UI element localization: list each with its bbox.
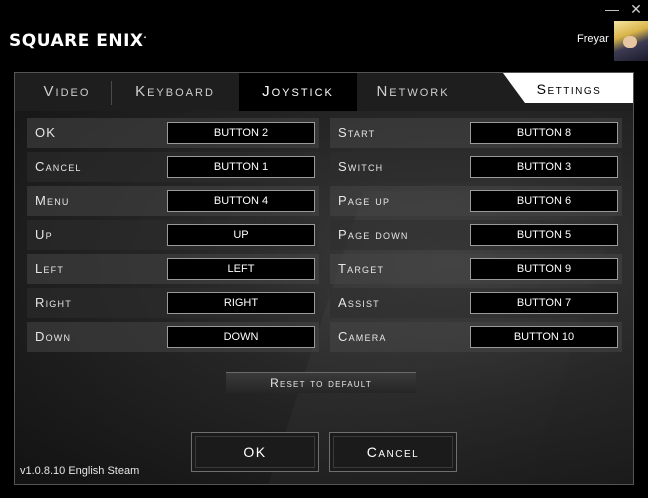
cancel-button[interactable]: Cancel: [329, 432, 457, 472]
binding-row-menu: Menu BUTTON 4: [27, 186, 319, 216]
title-bar: — ✕: [0, 0, 648, 20]
binding-field-up[interactable]: UP: [167, 224, 315, 246]
binding-row-cancel: Cancel BUTTON 1: [27, 152, 319, 182]
minimize-icon[interactable]: —: [604, 1, 620, 17]
tab-bar: Video Keyboard Joystick Network Settings: [15, 73, 633, 111]
binding-row-start: Start BUTTON 8: [330, 118, 622, 148]
version-text: v1.0.8.10 English Steam: [20, 465, 140, 477]
binding-label: Menu: [35, 193, 70, 208]
username: Freyar: [577, 33, 609, 45]
binding-label: OK: [35, 125, 57, 140]
binding-label: Up: [35, 227, 53, 242]
binding-row-down: Down DOWN: [27, 322, 319, 352]
binding-field-page-down[interactable]: BUTTON 5: [470, 224, 618, 246]
config-panel: Video Keyboard Joystick Network Settings…: [14, 72, 634, 485]
binding-field-menu[interactable]: BUTTON 4: [167, 190, 315, 212]
binding-field-switch[interactable]: BUTTON 3: [470, 156, 618, 178]
tab-joystick[interactable]: Joystick: [239, 73, 357, 111]
binding-row-ok: OK BUTTON 2: [27, 118, 319, 148]
reset-to-default-button[interactable]: Reset to default: [226, 372, 416, 393]
binding-field-assist[interactable]: BUTTON 7: [470, 292, 618, 314]
binding-field-target[interactable]: BUTTON 9: [470, 258, 618, 280]
binding-label: Target: [338, 261, 385, 276]
binding-row-left: Left LEFT: [27, 254, 319, 284]
tab-keyboard[interactable]: Keyboard: [111, 73, 239, 111]
binding-row-right: Right RIGHT: [27, 288, 319, 318]
binding-row-switch: Switch BUTTON 3: [330, 152, 622, 182]
binding-label: Start: [338, 125, 376, 140]
binding-label: Right: [35, 295, 72, 310]
binding-label: Camera: [338, 329, 387, 344]
tab-settings[interactable]: Settings: [503, 73, 633, 103]
binding-label: Down: [35, 329, 72, 344]
avatar: [614, 21, 648, 61]
binding-row-target: Target BUTTON 9: [330, 254, 622, 284]
binding-label: Page down: [338, 227, 409, 242]
binding-label: Assist: [338, 295, 380, 310]
binding-field-right[interactable]: RIGHT: [167, 292, 315, 314]
binding-row-page-down: Page down BUTTON 5: [330, 220, 622, 250]
binding-row-assist: Assist BUTTON 7: [330, 288, 622, 318]
binding-field-left[interactable]: LEFT: [167, 258, 315, 280]
logo-mark: .: [143, 31, 148, 40]
binding-field-page-up[interactable]: BUTTON 6: [470, 190, 618, 212]
binding-field-cancel[interactable]: BUTTON 1: [167, 156, 315, 178]
binding-row-page-up: Page up BUTTON 6: [330, 186, 622, 216]
tab-video[interactable]: Video: [23, 73, 111, 111]
binding-row-up: Up UP: [27, 220, 319, 250]
binding-label: Cancel: [35, 159, 82, 174]
ok-button[interactable]: OK: [191, 432, 319, 472]
binding-field-down[interactable]: DOWN: [167, 326, 315, 348]
binding-label: Page up: [338, 193, 391, 208]
tab-network[interactable]: Network: [357, 73, 469, 111]
launcher-window: — ✕ SQUARE ENIX. Freyar Video Keyboard J…: [0, 0, 648, 498]
binding-field-camera[interactable]: BUTTON 10: [470, 326, 618, 348]
binding-label: Left: [35, 261, 65, 276]
binding-field-ok[interactable]: BUTTON 2: [167, 122, 315, 144]
close-icon[interactable]: ✕: [628, 1, 644, 17]
binding-field-start[interactable]: BUTTON 8: [470, 122, 618, 144]
square-enix-logo: SQUARE ENIX.: [9, 31, 147, 51]
binding-label: Switch: [338, 159, 384, 174]
logo-text: SQUARE ENIX: [9, 31, 144, 51]
header: SQUARE ENIX. Freyar: [0, 20, 648, 62]
binding-row-camera: Camera BUTTON 10: [330, 322, 622, 352]
